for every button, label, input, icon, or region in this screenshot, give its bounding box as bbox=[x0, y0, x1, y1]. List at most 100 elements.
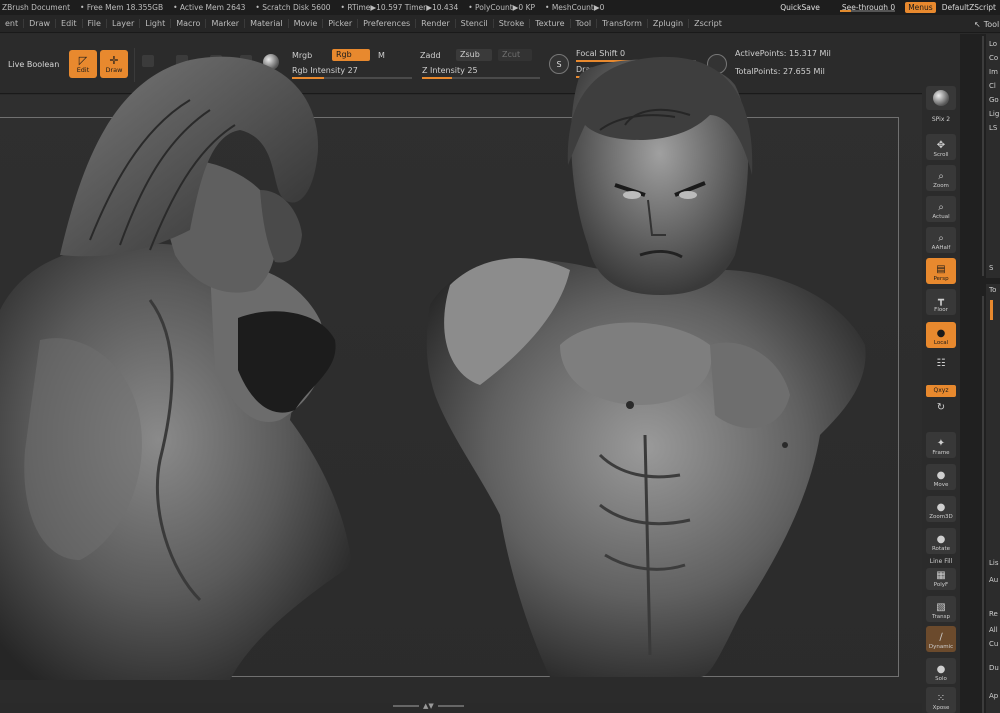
document-title: ZBrush Document bbox=[2, 3, 71, 12]
solo-button[interactable]: ● Solo bbox=[926, 658, 956, 684]
menu-item[interactable]: Layer bbox=[107, 19, 141, 28]
tray-item[interactable]: Cl bbox=[989, 82, 996, 90]
actual-label: Actual bbox=[932, 214, 950, 220]
m-button[interactable]: M bbox=[378, 51, 385, 60]
menu-bar: ent Draw Edit File Layer Light Macro Marker Mate… bbox=[0, 15, 1000, 33]
frame-button[interactable]: ✦ Frame bbox=[926, 432, 956, 458]
local-button[interactable]: ● Local bbox=[926, 322, 956, 348]
mesh-count: • MeshCount▶0 bbox=[545, 3, 605, 12]
tray-item[interactable]: Co bbox=[989, 54, 998, 62]
tray-item[interactable]: Ap bbox=[989, 692, 998, 700]
tray-panel-lower bbox=[986, 284, 1000, 713]
zoom-button[interactable]: ⌕ Zoom bbox=[926, 165, 956, 191]
rotate-button[interactable]: ● Rotate bbox=[926, 528, 956, 554]
tool-palette-title[interactable]: To bbox=[989, 286, 996, 294]
spix-label[interactable]: SPix 2 bbox=[926, 116, 956, 123]
menu-item[interactable]: Edit bbox=[56, 19, 83, 28]
tray-item[interactable]: LS bbox=[989, 124, 997, 132]
menu-item[interactable]: Material bbox=[245, 19, 289, 28]
free-mem: • Free Mem 18.355GB bbox=[80, 3, 164, 12]
move-button[interactable]: ● Move bbox=[926, 464, 956, 490]
see-through-track bbox=[839, 10, 895, 12]
floor-icon: ┳ bbox=[937, 295, 945, 306]
floor-button[interactable]: ┳ Floor bbox=[926, 289, 956, 315]
menu-list: ent Draw Edit File Layer Light Macro Marker Mate… bbox=[0, 19, 727, 28]
default-zscript-button[interactable]: DefaultZScript bbox=[942, 3, 996, 12]
menus-toggle[interactable]: Menus bbox=[905, 2, 936, 13]
tray-item[interactable]: Du bbox=[989, 664, 999, 672]
polyf-button[interactable]: ▦ PolyF bbox=[926, 568, 956, 590]
tray-scroll-thumb[interactable] bbox=[990, 300, 993, 320]
zoom3d-icon: ● bbox=[936, 502, 946, 513]
rotate-small-icon: ↻ bbox=[936, 402, 946, 413]
menu-item[interactable]: Picker bbox=[323, 19, 359, 28]
tray-item[interactable]: Lig bbox=[989, 110, 999, 118]
active-mem: • Active Mem 2643 bbox=[173, 3, 246, 12]
tray-item[interactable]: Lo bbox=[989, 40, 997, 48]
transp-button[interactable]: ▧ Transp bbox=[926, 596, 956, 622]
xyz-icon-button[interactable]: ☷ bbox=[926, 356, 956, 372]
dynamic-icon: ∕ bbox=[939, 632, 943, 643]
menu-item[interactable]: Tool bbox=[571, 19, 598, 28]
sym-icon-button[interactable]: ↻ bbox=[926, 400, 956, 416]
scroll-label: Scroll bbox=[933, 152, 949, 158]
scroll-button[interactable]: ✥ Scroll bbox=[926, 134, 956, 160]
quicksave-button[interactable]: QuickSave bbox=[780, 3, 820, 12]
persp-button[interactable]: ▤ Persp bbox=[926, 258, 956, 284]
xyz-button[interactable]: Qxyz bbox=[926, 385, 956, 397]
menu-item[interactable]: Macro bbox=[171, 19, 207, 28]
see-through-fill bbox=[839, 10, 851, 12]
zoom3d-label: Zoom3D bbox=[929, 514, 953, 520]
aahalf-button[interactable]: ⌕ AAHalf bbox=[926, 227, 956, 253]
menu-item[interactable]: Stencil bbox=[456, 19, 494, 28]
tray-item[interactable]: Au bbox=[989, 576, 998, 584]
see-through-slider[interactable]: See-through 0 bbox=[838, 3, 899, 12]
xpose-label: Xpose bbox=[932, 705, 950, 711]
tray-item[interactable]: Re bbox=[989, 610, 998, 618]
aahalf-label: AAHalf bbox=[931, 245, 951, 251]
actual-button[interactable]: ⌕ Actual bbox=[926, 196, 956, 222]
tray-scrollbar-lower[interactable] bbox=[982, 296, 984, 713]
menu-item[interactable]: Texture bbox=[530, 19, 571, 28]
tray-item[interactable]: Im bbox=[989, 68, 998, 76]
menu-item[interactable]: ent bbox=[0, 19, 25, 28]
move-icon: ● bbox=[936, 470, 946, 481]
tray-item[interactable]: Cu bbox=[989, 640, 998, 648]
menu-item[interactable]: Stroke bbox=[494, 19, 531, 28]
tray-item[interactable]: Lis bbox=[989, 559, 999, 567]
cursor-icon: ↖ bbox=[974, 19, 981, 29]
tray-item-s[interactable]: S bbox=[989, 264, 993, 272]
handle-bar-left bbox=[393, 705, 419, 707]
material-preview-button[interactable] bbox=[926, 86, 956, 110]
zoom3d-button[interactable]: ● Zoom3D bbox=[926, 496, 956, 522]
canvas-bottom-handle[interactable]: ▲▼ bbox=[393, 702, 465, 710]
timer: • RTime▶10.597 Timer▶10.434 bbox=[340, 3, 459, 12]
polyf-label: PolyF bbox=[933, 582, 949, 588]
handle-bar-right bbox=[437, 705, 464, 707]
rotate-label: Rotate bbox=[931, 546, 950, 552]
menu-item[interactable]: Light bbox=[140, 19, 172, 28]
arrows-icon: ▲▼ bbox=[423, 702, 434, 710]
menu-item[interactable]: Marker bbox=[206, 19, 246, 28]
sculpt-back-view[interactable] bbox=[0, 40, 370, 680]
menu-item[interactable]: Movie bbox=[289, 19, 324, 28]
floor-label: Floor bbox=[934, 307, 948, 313]
menu-item[interactable]: Render bbox=[416, 19, 456, 28]
xpose-icon: ⁙ bbox=[936, 693, 946, 704]
menu-item[interactable]: File bbox=[83, 19, 107, 28]
transp-icon: ▧ bbox=[936, 602, 946, 613]
menu-item[interactable]: Preferences bbox=[358, 19, 417, 28]
frame-label: Frame bbox=[932, 450, 950, 456]
local-icon: ● bbox=[936, 328, 946, 339]
tray-item[interactable]: All bbox=[989, 626, 998, 634]
menu-item[interactable]: Zplugin bbox=[648, 19, 690, 28]
dynamic-button[interactable]: ∕ Dynamic bbox=[926, 626, 956, 652]
tool-palette-header[interactable]: ↖ Tool bbox=[974, 17, 999, 31]
tray-item[interactable]: Go bbox=[989, 96, 999, 104]
sculpt-front-view[interactable] bbox=[420, 55, 870, 677]
menu-item[interactable]: Transform bbox=[597, 19, 648, 28]
xpose-button[interactable]: ⁙ Xpose bbox=[926, 687, 956, 713]
tray-scrollbar-upper[interactable] bbox=[982, 36, 984, 276]
menu-item[interactable]: Draw bbox=[24, 19, 57, 28]
menu-item[interactable]: Zscript bbox=[689, 19, 727, 28]
